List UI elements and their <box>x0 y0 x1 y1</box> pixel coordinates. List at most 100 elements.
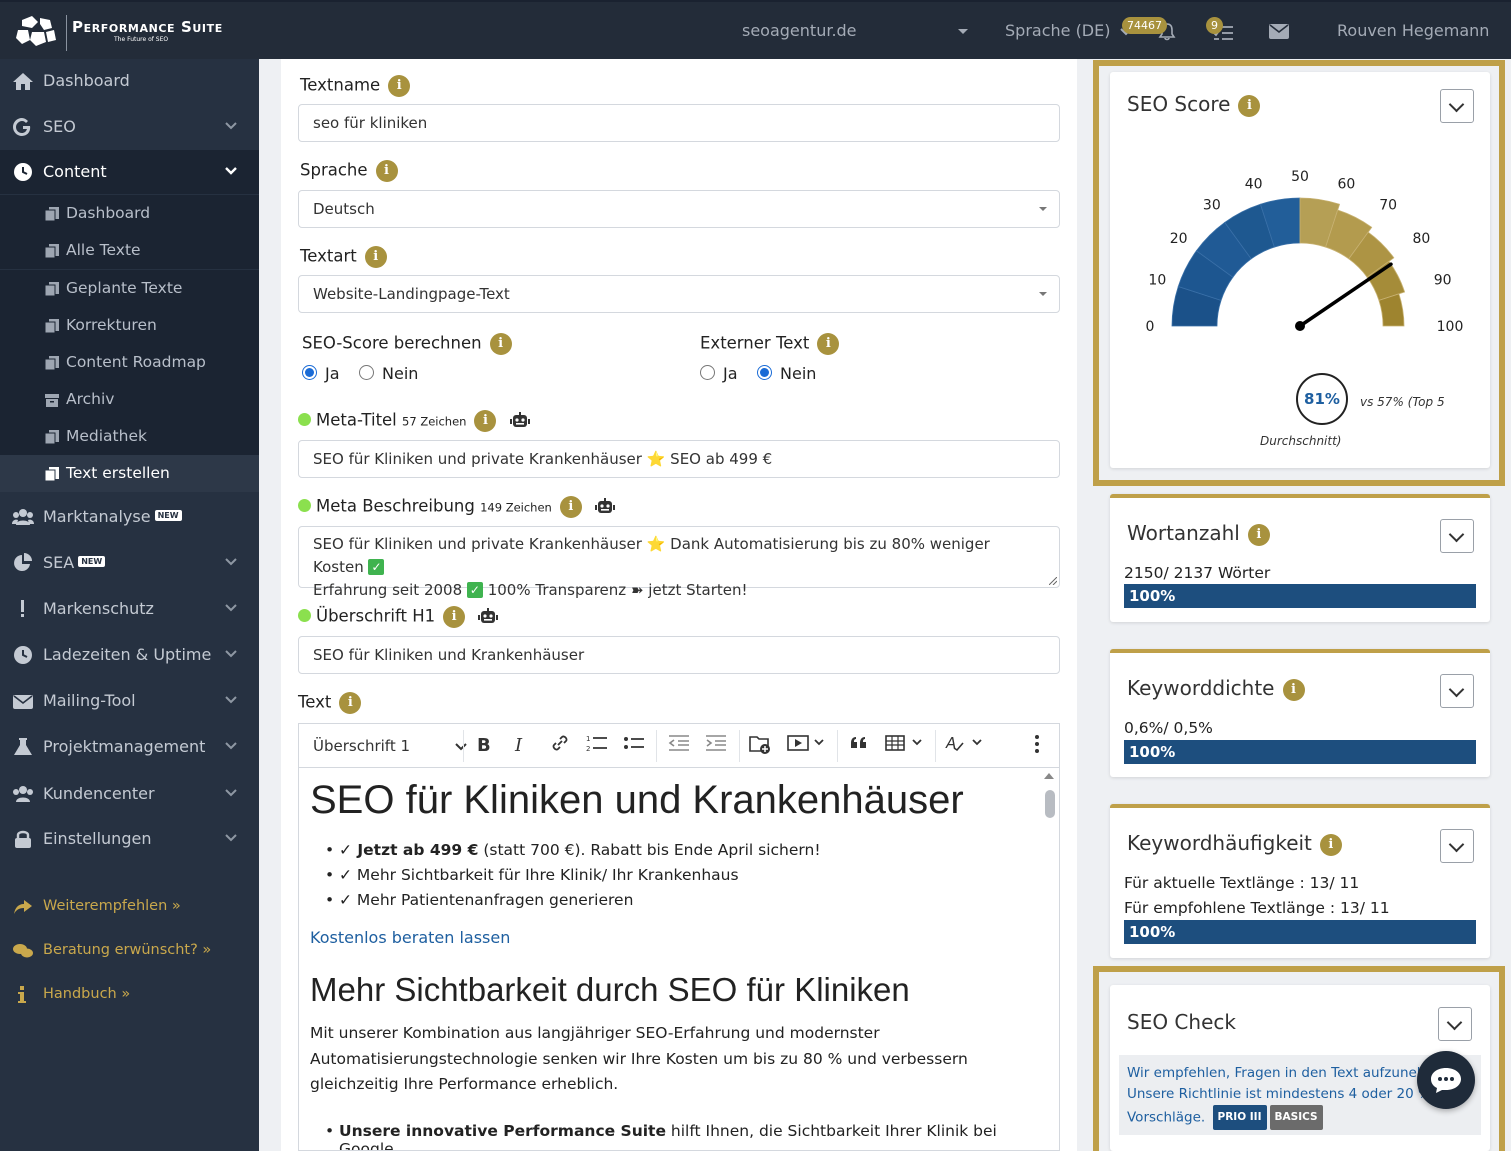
handbuch-link[interactable]: Handbuch » <box>0 975 259 1015</box>
italic-icon[interactable]: I <box>515 734 522 758</box>
gauge-tick-label: 50 <box>1291 169 1309 185</box>
text-editor[interactable]: SEO für Kliniken und Krankenhäuser ✓ Jet… <box>298 767 1060 1151</box>
sidebar-subitem-text-erstellen[interactable]: Text erstellen <box>0 455 259 492</box>
more-options-icon[interactable] <box>1034 734 1040 758</box>
language-label: Sprache (DE) <box>1005 21 1111 40</box>
sidebar-subitem-dashboard[interactable]: Dashboard <box>0 195 259 232</box>
info-icon[interactable]: i <box>559 496 582 518</box>
link-icon[interactable] <box>551 734 569 758</box>
copy-icon <box>44 207 59 222</box>
messages-button[interactable] <box>1269 2 1289 59</box>
sidebar-subitem-mediathek[interactable]: Mediathek <box>0 418 259 455</box>
flask-icon <box>14 738 32 755</box>
sidebar-item-projektmanagement[interactable]: Projektmanagement <box>0 725 259 769</box>
textname-input[interactable]: seo für kliniken <box>298 104 1060 142</box>
externer-yes-radio[interactable]: Ja <box>700 364 738 383</box>
info-icon[interactable]: i <box>489 333 512 355</box>
seo-score-panel: SEO Score i 0 10 20 30 40 50 60 70 80 90 100 81% vs… <box>1110 72 1490 468</box>
spellcheck-icon[interactable]: A <box>945 734 989 758</box>
numbered-list-icon[interactable]: 12 <box>586 734 608 758</box>
indent-icon[interactable] <box>705 734 727 758</box>
heading-format-dropdown[interactable]: Überschrift 1 <box>313 734 467 758</box>
seo-score-yes-radio[interactable]: Ja <box>302 364 340 383</box>
sidebar-subitem-alle-texte[interactable]: Alle Texte <box>0 232 259 269</box>
domain-select[interactable]: seoagentur.de <box>742 2 857 59</box>
collapse-button[interactable] <box>1438 1007 1472 1041</box>
copy-icon <box>44 467 59 482</box>
robot-icon[interactable] <box>478 608 499 626</box>
insert-media-icon[interactable] <box>749 734 771 758</box>
scroll-up-arrow-icon[interactable] <box>1044 773 1054 779</box>
copy-icon <box>44 244 59 259</box>
info-icon[interactable]: i <box>474 410 497 432</box>
editor-paragraph-line: Mit unserer Kombination aus langjähriger… <box>310 1024 880 1042</box>
externer-no-radio[interactable]: Nein <box>757 364 816 383</box>
insert-table-icon[interactable] <box>885 734 927 758</box>
collapse-button[interactable] <box>1440 89 1474 123</box>
info-icon[interactable]: i <box>388 75 411 97</box>
brand-subtitle: The Future of SEO <box>114 36 169 43</box>
info-icon[interactable]: i <box>375 160 398 182</box>
editor-link[interactable]: Kostenlos beraten lassen <box>310 928 510 947</box>
sidebar-subitem-geplante-texte[interactable]: Geplante Texte <box>0 270 259 307</box>
editor-heading-1: SEO für Kliniken und Krankenhäuser <box>310 778 964 822</box>
beratung-link[interactable]: Beratung erwünscht? » <box>0 931 259 971</box>
info-icon[interactable]: i <box>1319 833 1342 856</box>
seo-check-title: SEO Check <box>1127 1010 1236 1034</box>
info-icon[interactable]: i <box>364 246 387 268</box>
meta-title-input[interactable]: SEO für Kliniken und private Krankenhäus… <box>298 440 1060 478</box>
robot-icon[interactable] <box>595 498 616 516</box>
textart-select[interactable]: Website-Landingpage-Text <box>298 275 1060 313</box>
sidebar-item-mailing-tool[interactable]: Mailing-Tool <box>0 679 259 723</box>
domain-caret[interactable] <box>952 2 968 59</box>
gauge-tick-label: 0 <box>1146 319 1155 335</box>
resize-handle-icon[interactable] <box>1049 577 1057 585</box>
sprache-select[interactable]: Deutsch <box>298 190 1060 228</box>
sidebar-item-content[interactable]: Content <box>0 150 259 194</box>
bold-icon[interactable]: B <box>477 734 491 758</box>
sidebar-item-seo[interactable]: SEO <box>0 105 259 149</box>
sidebar-subitem-korrekturen[interactable]: Korrekturen <box>0 307 259 344</box>
sidebar-item-kundencenter[interactable]: Kundencenter <box>0 772 259 816</box>
editor-scrollbar[interactable] <box>1039 768 1059 1150</box>
sidebar-item-dashboard[interactable]: Dashboard <box>0 59 259 103</box>
info-icon[interactable]: i <box>817 333 840 355</box>
scrollbar-thumb[interactable] <box>1045 790 1055 818</box>
sidebar-item-einstellungen[interactable]: Einstellungen <box>0 817 259 861</box>
gauge-tick-label: 100 <box>1437 319 1464 335</box>
info-icon[interactable]: i <box>339 692 362 714</box>
blockquote-icon[interactable] <box>849 734 869 758</box>
user-menu[interactable]: Rouven Hegemann <box>1337 2 1511 92</box>
seo-score-no-radio[interactable]: Nein <box>359 364 418 383</box>
collapse-button[interactable] <box>1440 519 1474 553</box>
info-icon[interactable]: i <box>1238 94 1261 117</box>
weiterempfehlen-link[interactable]: Weiterempfehlen » <box>0 887 259 927</box>
sidebar: Dashboard SEO Content Dashboard Alle Tex… <box>0 59 259 1151</box>
bullet-list-icon[interactable] <box>623 734 645 758</box>
sidebar-subitem-archiv[interactable]: Archiv <box>0 381 259 418</box>
info-icon[interactable]: i <box>1282 678 1305 701</box>
sidebar-item-marktanalyse[interactable]: Marktanalyse NEW <box>0 495 259 539</box>
sidebar-item-markenschutz[interactable]: Markenschutz <box>0 587 259 631</box>
chat-button[interactable] <box>1417 1051 1475 1109</box>
sidebar-item-ladezeiten[interactable]: Ladezeiten & Uptime <box>0 633 259 677</box>
envelope-icon <box>13 695 33 709</box>
status-dot <box>298 498 311 512</box>
robot-icon[interactable] <box>509 412 530 430</box>
info-icon[interactable]: i <box>443 606 466 628</box>
language-select[interactable]: Sprache (DE) <box>1005 2 1132 59</box>
h1-input[interactable]: SEO für Kliniken und Krankenhäuser <box>298 636 1060 674</box>
sidebar-item-label: Marktanalyse NEW <box>43 507 182 526</box>
info-icon[interactable]: i <box>1247 523 1270 546</box>
meta-description-textarea[interactable]: SEO für Kliniken und private Krankenhäus… <box>298 526 1060 599</box>
sidebar-subitem-label: Korrekturen <box>66 316 157 334</box>
exclamation-icon <box>21 600 24 617</box>
brand-logo[interactable]: Performance Suite The Future of SEO <box>14 12 254 52</box>
collapse-button[interactable] <box>1440 829 1474 863</box>
sidebar-subitem-content-roadmap[interactable]: Content Roadmap <box>0 344 259 381</box>
outdent-icon[interactable] <box>668 734 690 758</box>
collapse-button[interactable] <box>1440 674 1474 708</box>
sidebar-item-sea[interactable]: SEA NEW <box>0 541 259 585</box>
toolbar-divider <box>656 730 657 762</box>
insert-video-icon[interactable] <box>787 734 827 758</box>
